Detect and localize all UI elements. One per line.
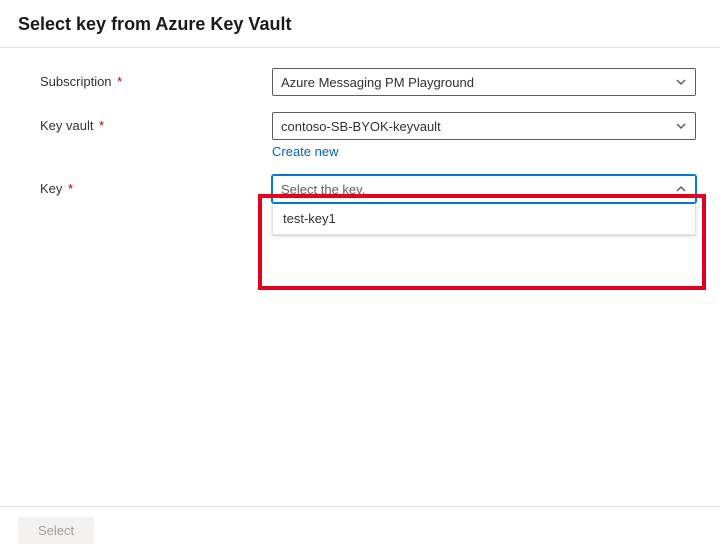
label-key-text: Key xyxy=(40,181,62,196)
field-key: Select the key. test-key1 xyxy=(272,175,696,235)
row-key: Key * Select the key. test-key1 xyxy=(40,175,696,235)
label-subscription-text: Subscription xyxy=(40,74,112,89)
keyvault-value: contoso-SB-BYOK-keyvault xyxy=(281,119,441,134)
row-subscription: Subscription * Azure Messaging PM Playgr… xyxy=(40,68,696,96)
key-dropdown-list: test-key1 xyxy=(272,203,696,235)
panel-header: Select key from Azure Key Vault xyxy=(0,0,720,48)
form-area: Subscription * Azure Messaging PM Playgr… xyxy=(0,48,720,235)
chevron-down-icon xyxy=(675,76,687,88)
key-placeholder: Select the key. xyxy=(281,182,365,197)
create-new-link[interactable]: Create new xyxy=(272,144,338,159)
select-button[interactable]: Select xyxy=(18,517,94,544)
required-indicator: * xyxy=(99,118,104,133)
subscription-select[interactable]: Azure Messaging PM Playground xyxy=(272,68,696,96)
label-subscription: Subscription * xyxy=(40,68,272,89)
field-subscription: Azure Messaging PM Playground xyxy=(272,68,696,96)
panel-title: Select key from Azure Key Vault xyxy=(18,14,700,35)
subscription-value: Azure Messaging PM Playground xyxy=(281,75,474,90)
required-indicator: * xyxy=(68,181,73,196)
footer-bar: Select xyxy=(0,506,720,554)
required-indicator: * xyxy=(117,74,122,89)
field-keyvault: contoso-SB-BYOK-keyvault Create new xyxy=(272,112,696,159)
chevron-down-icon xyxy=(675,120,687,132)
keyvault-select[interactable]: contoso-SB-BYOK-keyvault xyxy=(272,112,696,140)
label-keyvault: Key vault * xyxy=(40,112,272,133)
row-keyvault: Key vault * contoso-SB-BYOK-keyvault Cre… xyxy=(40,112,696,159)
label-keyvault-text: Key vault xyxy=(40,118,93,133)
chevron-up-icon xyxy=(675,183,687,195)
key-select[interactable]: Select the key. xyxy=(272,175,696,203)
label-key: Key * xyxy=(40,175,272,196)
key-option[interactable]: test-key1 xyxy=(273,203,695,234)
